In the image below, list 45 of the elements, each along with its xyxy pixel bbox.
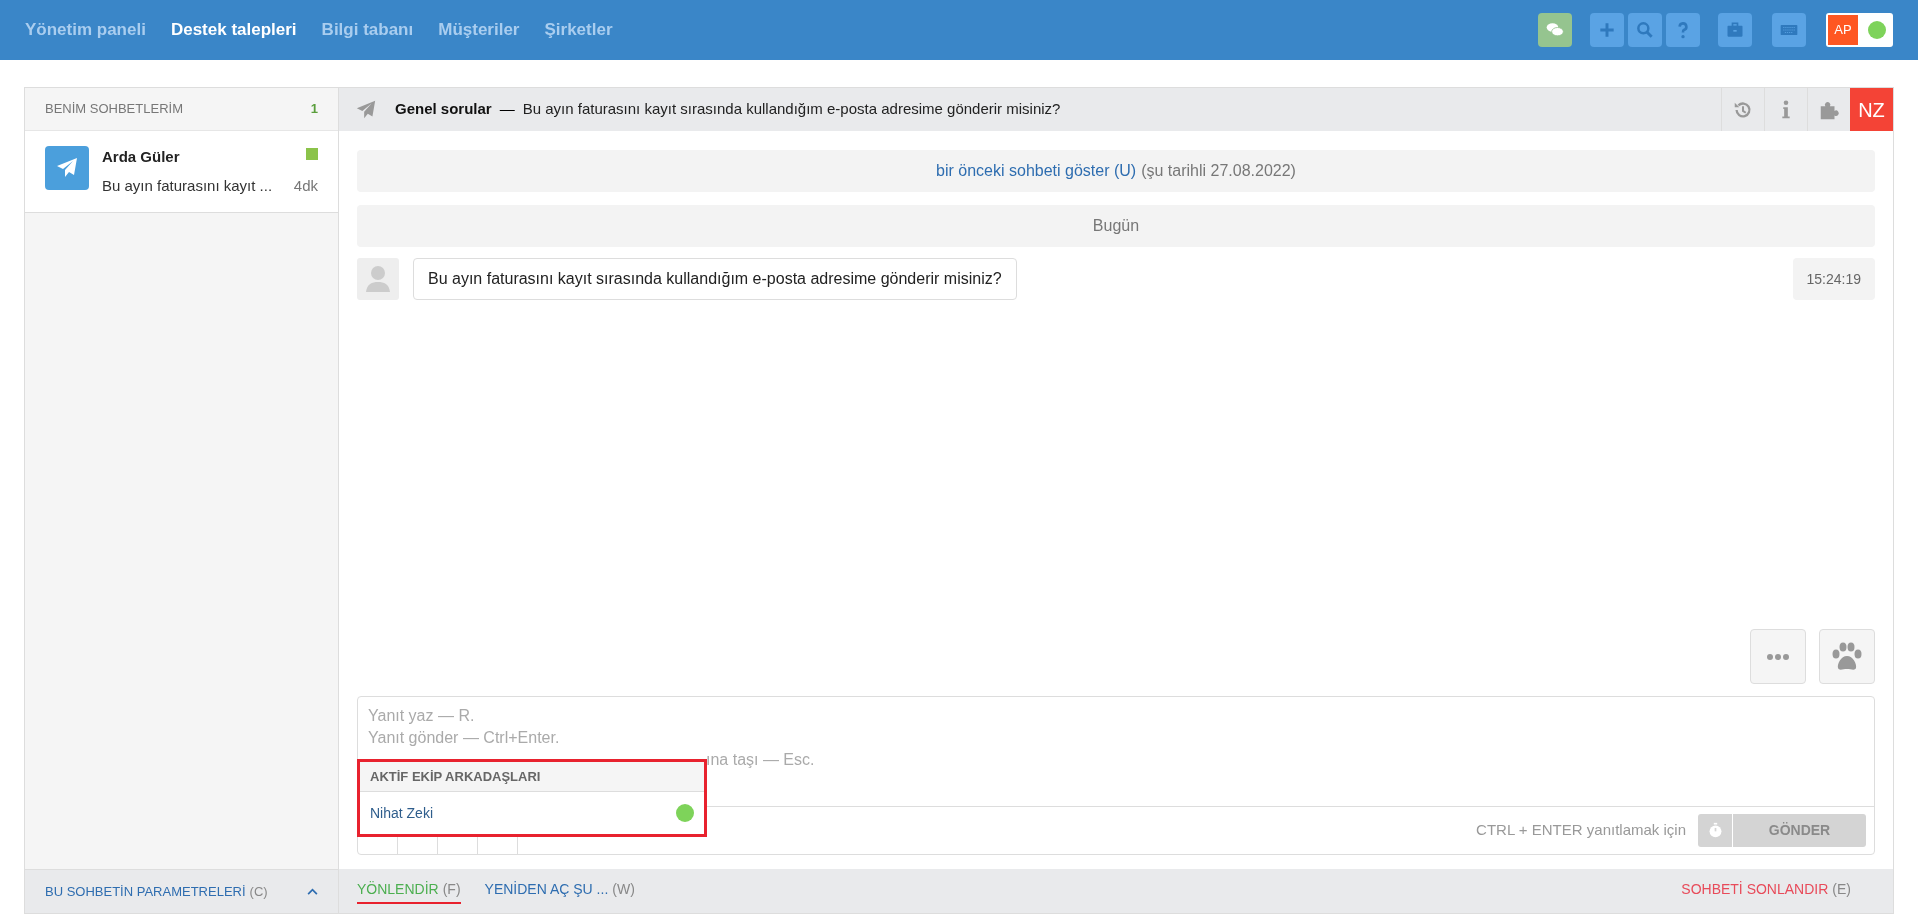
section-title: BENİM SOHBETLERİM (45, 100, 183, 119)
chat-subject: Bu ayın faturasını kayıt sırasında kullandığım e-posta adresime gönderir misiniz? (522, 99, 1061, 120)
agent-avatar[interactable]: NZ (1850, 88, 1893, 131)
message-time: 15:24:19 (1792, 258, 1875, 300)
message-preview: Bu ayın faturasını kayıt ... (102, 175, 273, 196)
briefcase-icon[interactable] (1718, 13, 1752, 47)
user-avatar-icon (357, 258, 399, 300)
chat-list-item[interactable]: Arda Güler Bu ayın faturasını kayıt ... 4dk (25, 131, 338, 213)
nav-tab[interactable]: Müşteriler (438, 17, 520, 43)
chat-parameters-toggle[interactable]: BU SOHBETİN PARAMETRELERİ (C) (25, 869, 338, 913)
action-link[interactable]: YENİDEN AÇ ŞU ... (W) (484, 878, 635, 904)
chevron-up-icon (307, 888, 318, 895)
previous-chat-link[interactable]: bir önceki sohbeti göster (U) (936, 159, 1137, 183)
ellipsis-icon (1766, 652, 1790, 661)
action-link[interactable]: SOHBETİ SONLANDIR (E) (1681, 878, 1851, 904)
action-link[interactable]: YÖNLENDİR (F) (357, 878, 461, 904)
user-avatar: AP (1828, 15, 1858, 45)
nav-tab[interactable]: Destek talepleri (170, 17, 297, 43)
search-icon[interactable] (1628, 13, 1662, 47)
paw-icon (1831, 641, 1863, 672)
nav-tab[interactable]: Bilgi tabanı (321, 17, 414, 43)
history-date: (şu tarihli 27.08.2022) (1141, 161, 1296, 181)
nav-tab[interactable]: Şirketler (544, 17, 613, 43)
user-status-toggle[interactable]: AP (1826, 13, 1893, 47)
paper-plane-icon (45, 146, 89, 190)
placeholder-text[interactable]: Yanıt yaz — R. (368, 705, 475, 727)
popup-title: AKTİF EKİP ARKADAŞLARI (360, 762, 704, 792)
separator-dash: — (499, 99, 515, 120)
paw-button[interactable] (1819, 629, 1875, 684)
team-member-item[interactable]: Nihat Zeki (360, 792, 704, 834)
placeholder-text[interactable]: Yanıt gönder — Ctrl+Enter. (368, 727, 560, 749)
chat-icon[interactable] (1538, 13, 1572, 47)
more-options-button[interactable] (1750, 629, 1806, 684)
add-icon[interactable] (1590, 13, 1624, 47)
chat-category: Genel sorular (395, 99, 492, 120)
message-bubble: Bu ayın faturasını kayıt sırasında kullandığım e-posta adresime gönderir misiniz? (413, 258, 1017, 300)
contact-name: Arda Güler (102, 147, 180, 167)
timer-icon[interactable] (1698, 814, 1732, 847)
nav-tab[interactable]: Yönetim paneli (25, 17, 146, 43)
paper-plane-icon (355, 98, 377, 121)
keyboard-icon[interactable] (1772, 13, 1806, 47)
chat-count: 1 (310, 100, 318, 119)
send-hint: CTRL + ENTER yanıtlamak için (1476, 820, 1686, 841)
help-icon[interactable] (1666, 13, 1700, 47)
chat-time: 4dk (293, 175, 318, 196)
